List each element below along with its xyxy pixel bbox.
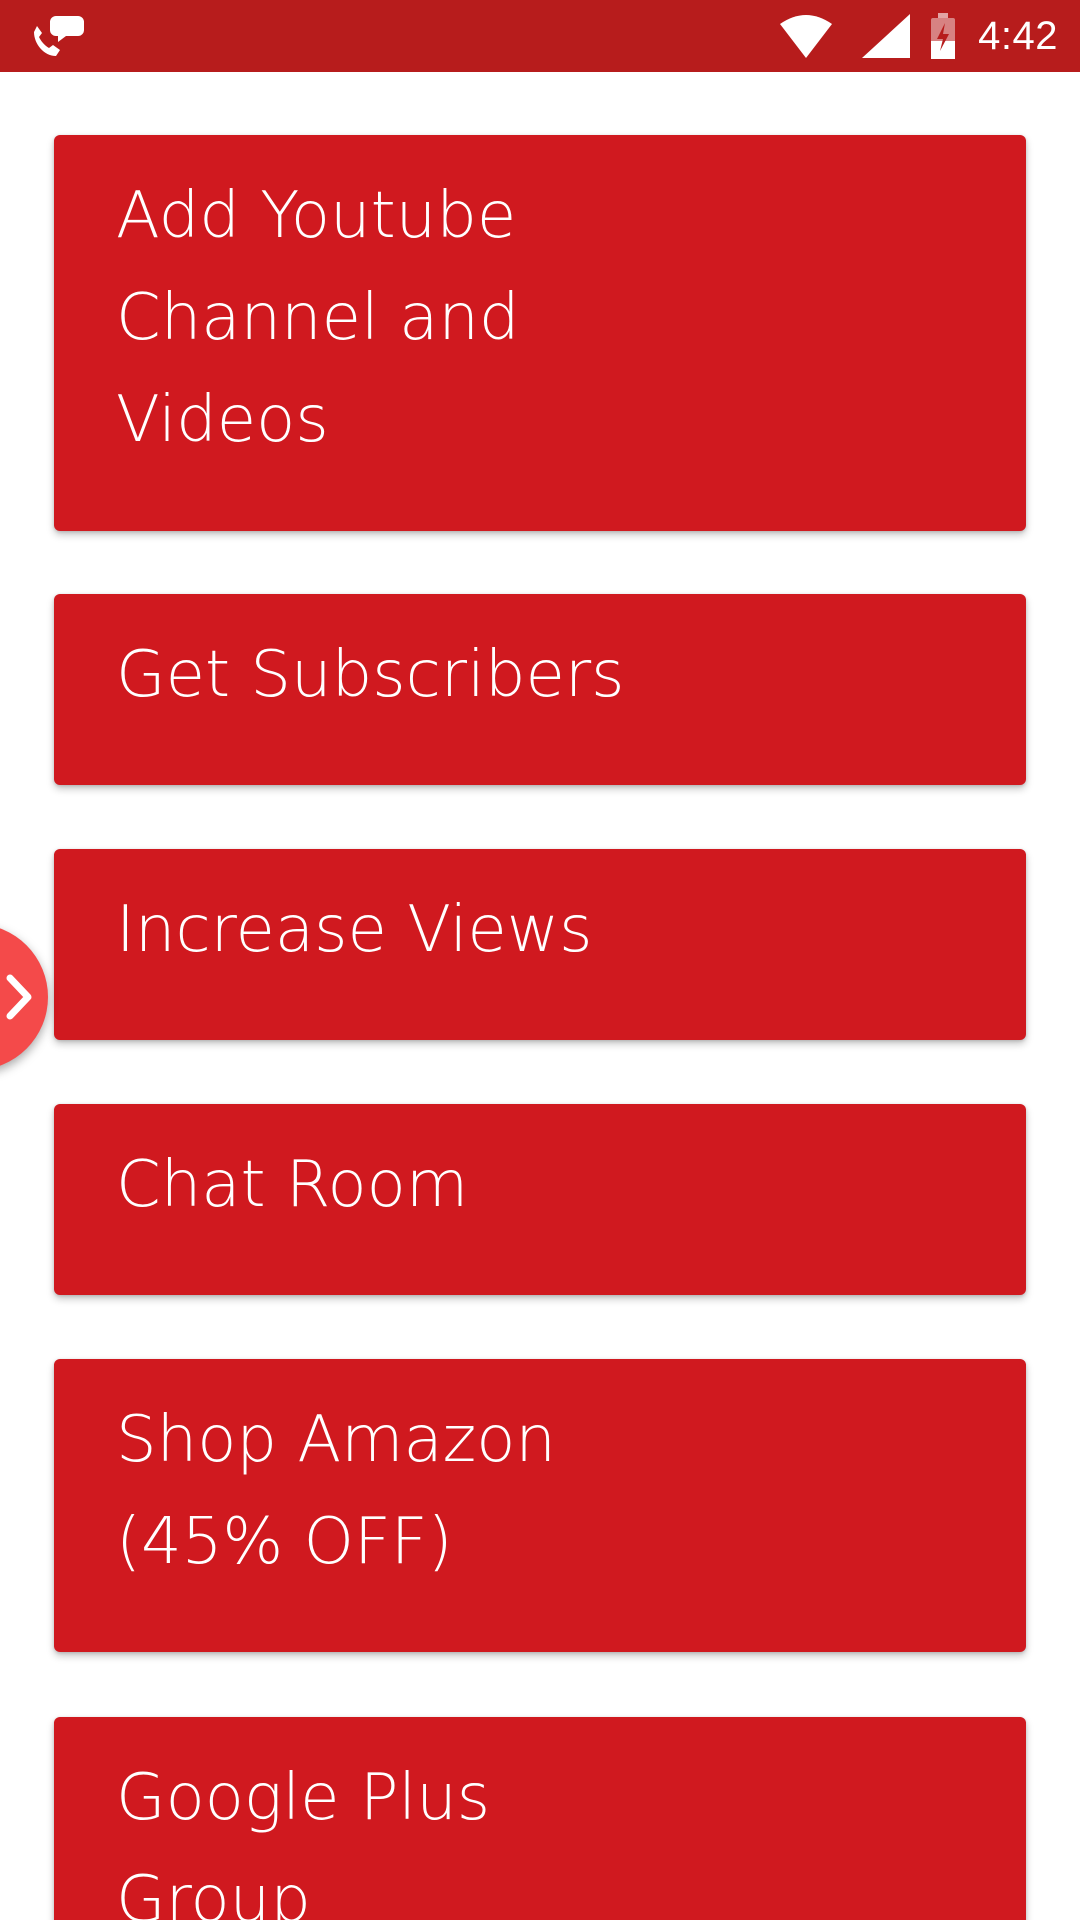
call-notification-icon (26, 12, 86, 60)
battery-charging-icon (930, 13, 956, 59)
menu-item-label: Shop Amazon (45% OFF) (116, 1403, 556, 1579)
side-drawer-tab[interactable] (0, 924, 48, 1070)
menu-item-label: Google Plus Group (116, 1761, 491, 1920)
main-menu: Add Youtube Channel and Videos Get Subsc… (0, 72, 1080, 1920)
chat-room-button[interactable]: Chat Room (54, 1104, 1026, 1295)
chevron-right-icon (6, 974, 32, 1020)
google-plus-group-button[interactable]: Google Plus Group (54, 1717, 1026, 1920)
menu-item-label: Add Youtube Channel and Videos (116, 179, 520, 457)
menu-item-label: Chat Room (116, 1148, 469, 1222)
add-youtube-channel-button[interactable]: Add Youtube Channel and Videos (54, 135, 1026, 531)
get-subscribers-button[interactable]: Get Subscribers (54, 594, 1026, 785)
cell-signal-icon (860, 14, 911, 58)
menu-item-label: Get Subscribers (116, 638, 625, 712)
wifi-icon (778, 14, 834, 58)
increase-views-button[interactable]: Increase Views (54, 849, 1026, 1040)
status-bar: 4:42 (0, 0, 1080, 72)
status-time: 4:42 (978, 13, 1058, 58)
menu-item-label: Increase Views (116, 893, 593, 967)
shop-amazon-button[interactable]: Shop Amazon (45% OFF) (54, 1359, 1026, 1652)
